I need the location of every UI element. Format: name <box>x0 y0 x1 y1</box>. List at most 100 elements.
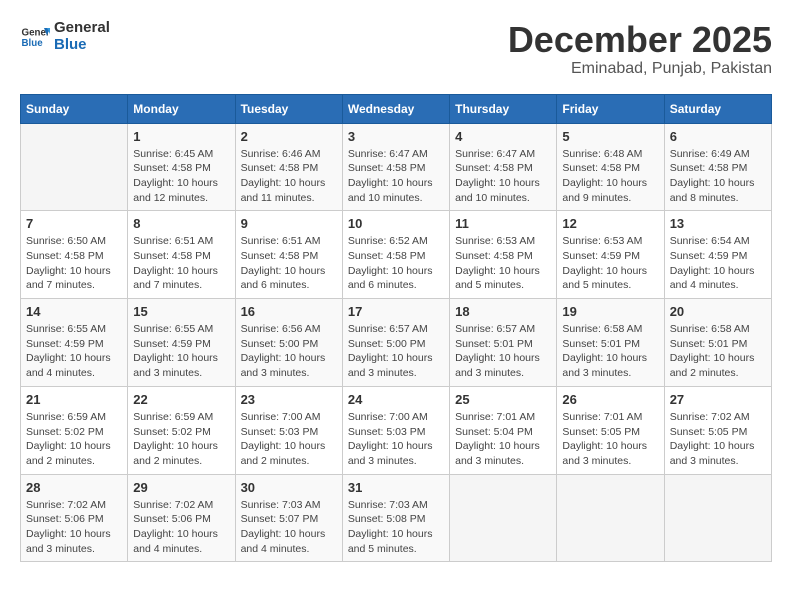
day-info: Sunrise: 6:47 AM Sunset: 4:58 PM Dayligh… <box>455 147 551 206</box>
day-info: Sunrise: 7:02 AM Sunset: 5:06 PM Dayligh… <box>133 498 229 557</box>
calendar-cell: 25Sunrise: 7:01 AM Sunset: 5:04 PM Dayli… <box>450 386 557 474</box>
svg-text:Blue: Blue <box>22 38 44 49</box>
day-info: Sunrise: 6:45 AM Sunset: 4:58 PM Dayligh… <box>133 147 229 206</box>
calendar-cell: 26 Sunrise: 7:01 AM Sunset: 5:05 PM Dayli… <box>557 386 664 474</box>
day-number: 5 <box>562 129 658 144</box>
day-number: 19 <box>562 304 658 319</box>
day-info: Sunrise: 6:57 AM Sunset: 5:01 PM Dayligh… <box>455 322 551 381</box>
day-info: Sunrise: 6:55 AM Sunset: 4:59 PM Dayligh… <box>133 322 229 381</box>
logo-text-blue: Blue <box>54 37 110 54</box>
header-friday: Friday <box>557 94 664 123</box>
day-info: Sunrise: 6:52 AM Sunset: 4:58 PM Dayligh… <box>348 234 444 293</box>
day-number: 22 <box>133 392 229 407</box>
title-area: December 2025 Eminabad, Punjab, Pakistan <box>508 20 772 78</box>
calendar-cell: 13 Sunrise: 6:54 AM Sunset: 4:59 PM Dayli… <box>664 211 771 299</box>
calendar-week-1: 1 Sunrise: 6:45 AM Sunset: 4:58 PM Daylig… <box>21 123 772 211</box>
day-number: 6 <box>670 129 766 144</box>
calendar-cell: 27Sunrise: 7:02 AM Sunset: 5:05 PM Dayli… <box>664 386 771 474</box>
calendar-cell: 10 Sunrise: 6:52 AM Sunset: 4:58 PM Dayli… <box>342 211 449 299</box>
calendar-cell: 22 Sunrise: 6:59 AM Sunset: 5:02 PM Dayli… <box>128 386 235 474</box>
day-info: Sunrise: 6:58 AM Sunset: 5:01 PM Dayligh… <box>670 322 766 381</box>
calendar-cell: 2 Sunrise: 6:46 AM Sunset: 4:58 PM Daylig… <box>235 123 342 211</box>
calendar-cell: 1 Sunrise: 6:45 AM Sunset: 4:58 PM Daylig… <box>128 123 235 211</box>
header-thursday: Thursday <box>450 94 557 123</box>
calendar-cell <box>450 474 557 562</box>
day-number: 31 <box>348 480 444 495</box>
calendar-cell: 9 Sunrise: 6:51 AM Sunset: 4:58 PM Daylig… <box>235 211 342 299</box>
day-number: 14 <box>26 304 122 319</box>
day-info: Sunrise: 6:59 AM Sunset: 5:02 PM Dayligh… <box>26 410 122 469</box>
day-number: 23 <box>241 392 337 407</box>
day-number: 1 <box>133 129 229 144</box>
calendar-cell: 16 Sunrise: 6:56 AM Sunset: 5:00 PM Dayli… <box>235 299 342 387</box>
calendar-cell: 20 Sunrise: 6:58 AM Sunset: 5:01 PM Dayli… <box>664 299 771 387</box>
calendar-cell: 7 Sunrise: 6:50 AM Sunset: 4:58 PM Daylig… <box>21 211 128 299</box>
calendar-cell: 30Sunrise: 7:03 AM Sunset: 5:07 PM Dayli… <box>235 474 342 562</box>
logo-text-general: General <box>54 20 110 37</box>
day-info: Sunrise: 6:59 AM Sunset: 5:02 PM Dayligh… <box>133 410 229 469</box>
calendar-cell <box>557 474 664 562</box>
calendar-week-4: 21 Sunrise: 6:59 AM Sunset: 5:02 PM Dayli… <box>21 386 772 474</box>
calendar-cell <box>664 474 771 562</box>
day-info: Sunrise: 7:03 AM Sunset: 5:08 PM Dayligh… <box>348 498 444 557</box>
day-info: Sunrise: 6:56 AM Sunset: 5:00 PM Dayligh… <box>241 322 337 381</box>
day-number: 18 <box>455 304 551 319</box>
day-number: 8 <box>133 216 229 231</box>
day-number: 20 <box>670 304 766 319</box>
day-number: 10 <box>348 216 444 231</box>
day-number: 26 <box>562 392 658 407</box>
day-info: Sunrise: 6:54 AM Sunset: 4:59 PM Dayligh… <box>670 234 766 293</box>
calendar-cell: 3 Sunrise: 6:47 AM Sunset: 4:58 PM Daylig… <box>342 123 449 211</box>
day-info: Sunrise: 7:00 AM Sunset: 5:03 PM Dayligh… <box>241 410 337 469</box>
calendar-cell: 15 Sunrise: 6:55 AM Sunset: 4:59 PM Dayli… <box>128 299 235 387</box>
day-number: 27 <box>670 392 766 407</box>
day-info: Sunrise: 6:51 AM Sunset: 4:58 PM Dayligh… <box>133 234 229 293</box>
day-info: Sunrise: 7:01 AM Sunset: 5:04 PM Dayligh… <box>455 410 551 469</box>
day-info: Sunrise: 6:51 AM Sunset: 4:58 PM Dayligh… <box>241 234 337 293</box>
day-info: Sunrise: 6:48 AM Sunset: 4:58 PM Dayligh… <box>562 147 658 206</box>
month-title: December 2025 <box>508 20 772 60</box>
day-info: Sunrise: 7:03 AM Sunset: 5:07 PM Dayligh… <box>241 498 337 557</box>
day-number: 24 <box>348 392 444 407</box>
calendar-cell: 8 Sunrise: 6:51 AM Sunset: 4:58 PM Daylig… <box>128 211 235 299</box>
day-info: Sunrise: 6:47 AM Sunset: 4:58 PM Dayligh… <box>348 147 444 206</box>
day-info: Sunrise: 6:49 AM Sunset: 4:58 PM Dayligh… <box>670 147 766 206</box>
day-info: Sunrise: 6:58 AM Sunset: 5:01 PM Dayligh… <box>562 322 658 381</box>
calendar-header-row: SundayMondayTuesdayWednesdayThursdayFrid… <box>21 94 772 123</box>
calendar-cell: 4Sunrise: 6:47 AM Sunset: 4:58 PM Daylig… <box>450 123 557 211</box>
calendar-week-5: 28 Sunrise: 7:02 AM Sunset: 5:06 PM Dayli… <box>21 474 772 562</box>
day-number: 16 <box>241 304 337 319</box>
calendar-cell: 14Sunrise: 6:55 AM Sunset: 4:59 PM Dayli… <box>21 299 128 387</box>
calendar-cell: 11Sunrise: 6:53 AM Sunset: 4:58 PM Dayli… <box>450 211 557 299</box>
calendar-cell: 18 Sunrise: 6:57 AM Sunset: 5:01 PM Dayli… <box>450 299 557 387</box>
day-info: Sunrise: 6:50 AM Sunset: 4:58 PM Dayligh… <box>26 234 122 293</box>
header-saturday: Saturday <box>664 94 771 123</box>
calendar-cell: 17Sunrise: 6:57 AM Sunset: 5:00 PM Dayli… <box>342 299 449 387</box>
calendar-cell: 28 Sunrise: 7:02 AM Sunset: 5:06 PM Dayli… <box>21 474 128 562</box>
day-info: Sunrise: 7:01 AM Sunset: 5:05 PM Dayligh… <box>562 410 658 469</box>
day-number: 3 <box>348 129 444 144</box>
day-number: 12 <box>562 216 658 231</box>
calendar-table: SundayMondayTuesdayWednesdayThursdayFrid… <box>20 94 772 563</box>
calendar-cell: 24 Sunrise: 7:00 AM Sunset: 5:03 PM Dayli… <box>342 386 449 474</box>
calendar-week-2: 7 Sunrise: 6:50 AM Sunset: 4:58 PM Daylig… <box>21 211 772 299</box>
day-number: 28 <box>26 480 122 495</box>
calendar-cell: 6 Sunrise: 6:49 AM Sunset: 4:58 PM Daylig… <box>664 123 771 211</box>
calendar-cell: 21 Sunrise: 6:59 AM Sunset: 5:02 PM Dayli… <box>21 386 128 474</box>
calendar-cell: 5 Sunrise: 6:48 AM Sunset: 4:58 PM Daylig… <box>557 123 664 211</box>
day-number: 9 <box>241 216 337 231</box>
day-number: 15 <box>133 304 229 319</box>
logo: General Blue General Blue <box>20 20 110 53</box>
day-info: Sunrise: 7:00 AM Sunset: 5:03 PM Dayligh… <box>348 410 444 469</box>
day-info: Sunrise: 6:46 AM Sunset: 4:58 PM Dayligh… <box>241 147 337 206</box>
day-info: Sunrise: 6:53 AM Sunset: 4:58 PM Dayligh… <box>455 234 551 293</box>
day-number: 7 <box>26 216 122 231</box>
logo-icon: General Blue <box>20 22 50 52</box>
calendar-cell: 31 Sunrise: 7:03 AM Sunset: 5:08 PM Dayli… <box>342 474 449 562</box>
day-number: 2 <box>241 129 337 144</box>
location-subtitle: Eminabad, Punjab, Pakistan <box>508 60 772 78</box>
header-sunday: Sunday <box>21 94 128 123</box>
day-number: 13 <box>670 216 766 231</box>
day-info: Sunrise: 7:02 AM Sunset: 5:06 PM Dayligh… <box>26 498 122 557</box>
day-number: 21 <box>26 392 122 407</box>
